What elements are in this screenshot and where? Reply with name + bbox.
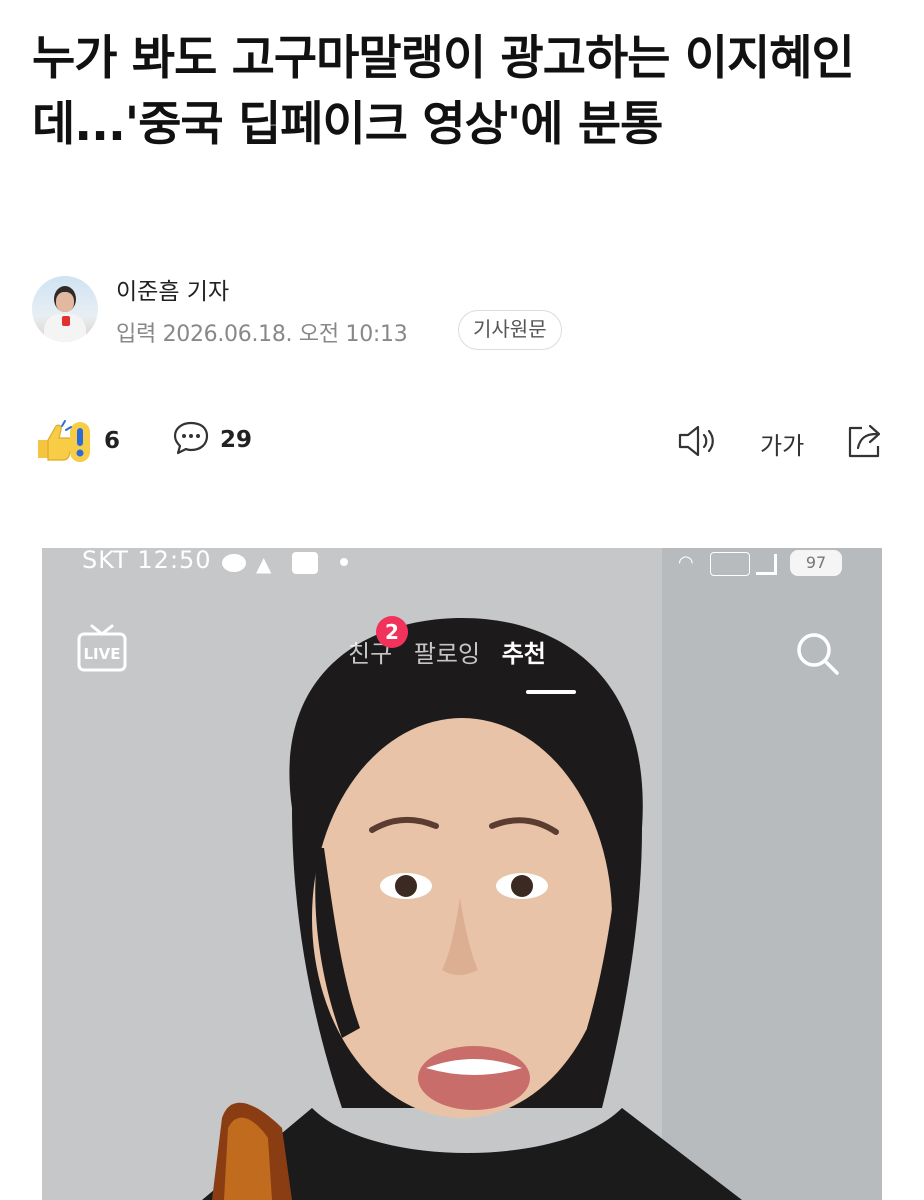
live-tv-icon[interactable]: LIVE — [76, 624, 130, 674]
tab-following[interactable]: 팔로잉 — [414, 640, 480, 668]
speaker-icon[interactable] — [676, 422, 718, 464]
app-notification-icon — [292, 552, 318, 574]
reaction-button[interactable]: 6 — [32, 418, 120, 464]
article-video[interactable]: SKT 12:50 ▲ ◠ 97 LIVE 친구 팔로잉 추천 2 — [42, 548, 882, 1200]
reaction-emoji-icon — [32, 418, 94, 464]
comment-bubble-icon — [172, 420, 210, 460]
active-tab-underline — [526, 690, 576, 694]
phone-status-bar: SKT 12:50 ▲ ◠ 97 — [42, 548, 882, 578]
hd-voice-icon — [710, 552, 750, 576]
warning-icon: ▲ — [256, 552, 272, 576]
battery-indicator: 97 — [790, 550, 842, 576]
original-article-button[interactable]: 기사원문 — [458, 310, 562, 350]
comment-count: 29 — [220, 427, 253, 453]
published-date: 입력 2026.06.18. 오전 10:13 — [116, 322, 408, 347]
share-icon[interactable] — [844, 420, 886, 464]
notification-badge: 2 — [376, 616, 408, 648]
byline: 이준흠 기자 입력 2026.06.18. 오전 10:13 기사원문 — [32, 272, 892, 352]
reaction-count: 6 — [104, 428, 121, 454]
live-label: LIVE — [84, 645, 121, 663]
reporter-name[interactable]: 이준흠 기자 — [116, 272, 229, 306]
article-headline: 누가 봐도 고구마말랭이 광고하는 이지혜인데...'중국 딥페이크 영상'에 … — [32, 31, 855, 152]
talk-icon — [222, 554, 246, 572]
font-size-button[interactable]: 가가 — [760, 426, 804, 461]
status-carrier: SKT 12:50 — [82, 548, 212, 574]
signal-icon — [756, 554, 777, 575]
article-action-bar: 6 29 가가 — [32, 414, 892, 474]
wifi-icon: ◠ — [678, 552, 694, 573]
video-app-navbar: LIVE 친구 팔로잉 추천 2 — [42, 616, 882, 694]
comment-button[interactable]: 29 — [172, 420, 252, 460]
status-dot — [340, 558, 348, 566]
search-icon[interactable] — [794, 630, 842, 682]
reporter-avatar[interactable] — [32, 276, 98, 342]
tab-recommended[interactable]: 추천 — [502, 640, 546, 668]
